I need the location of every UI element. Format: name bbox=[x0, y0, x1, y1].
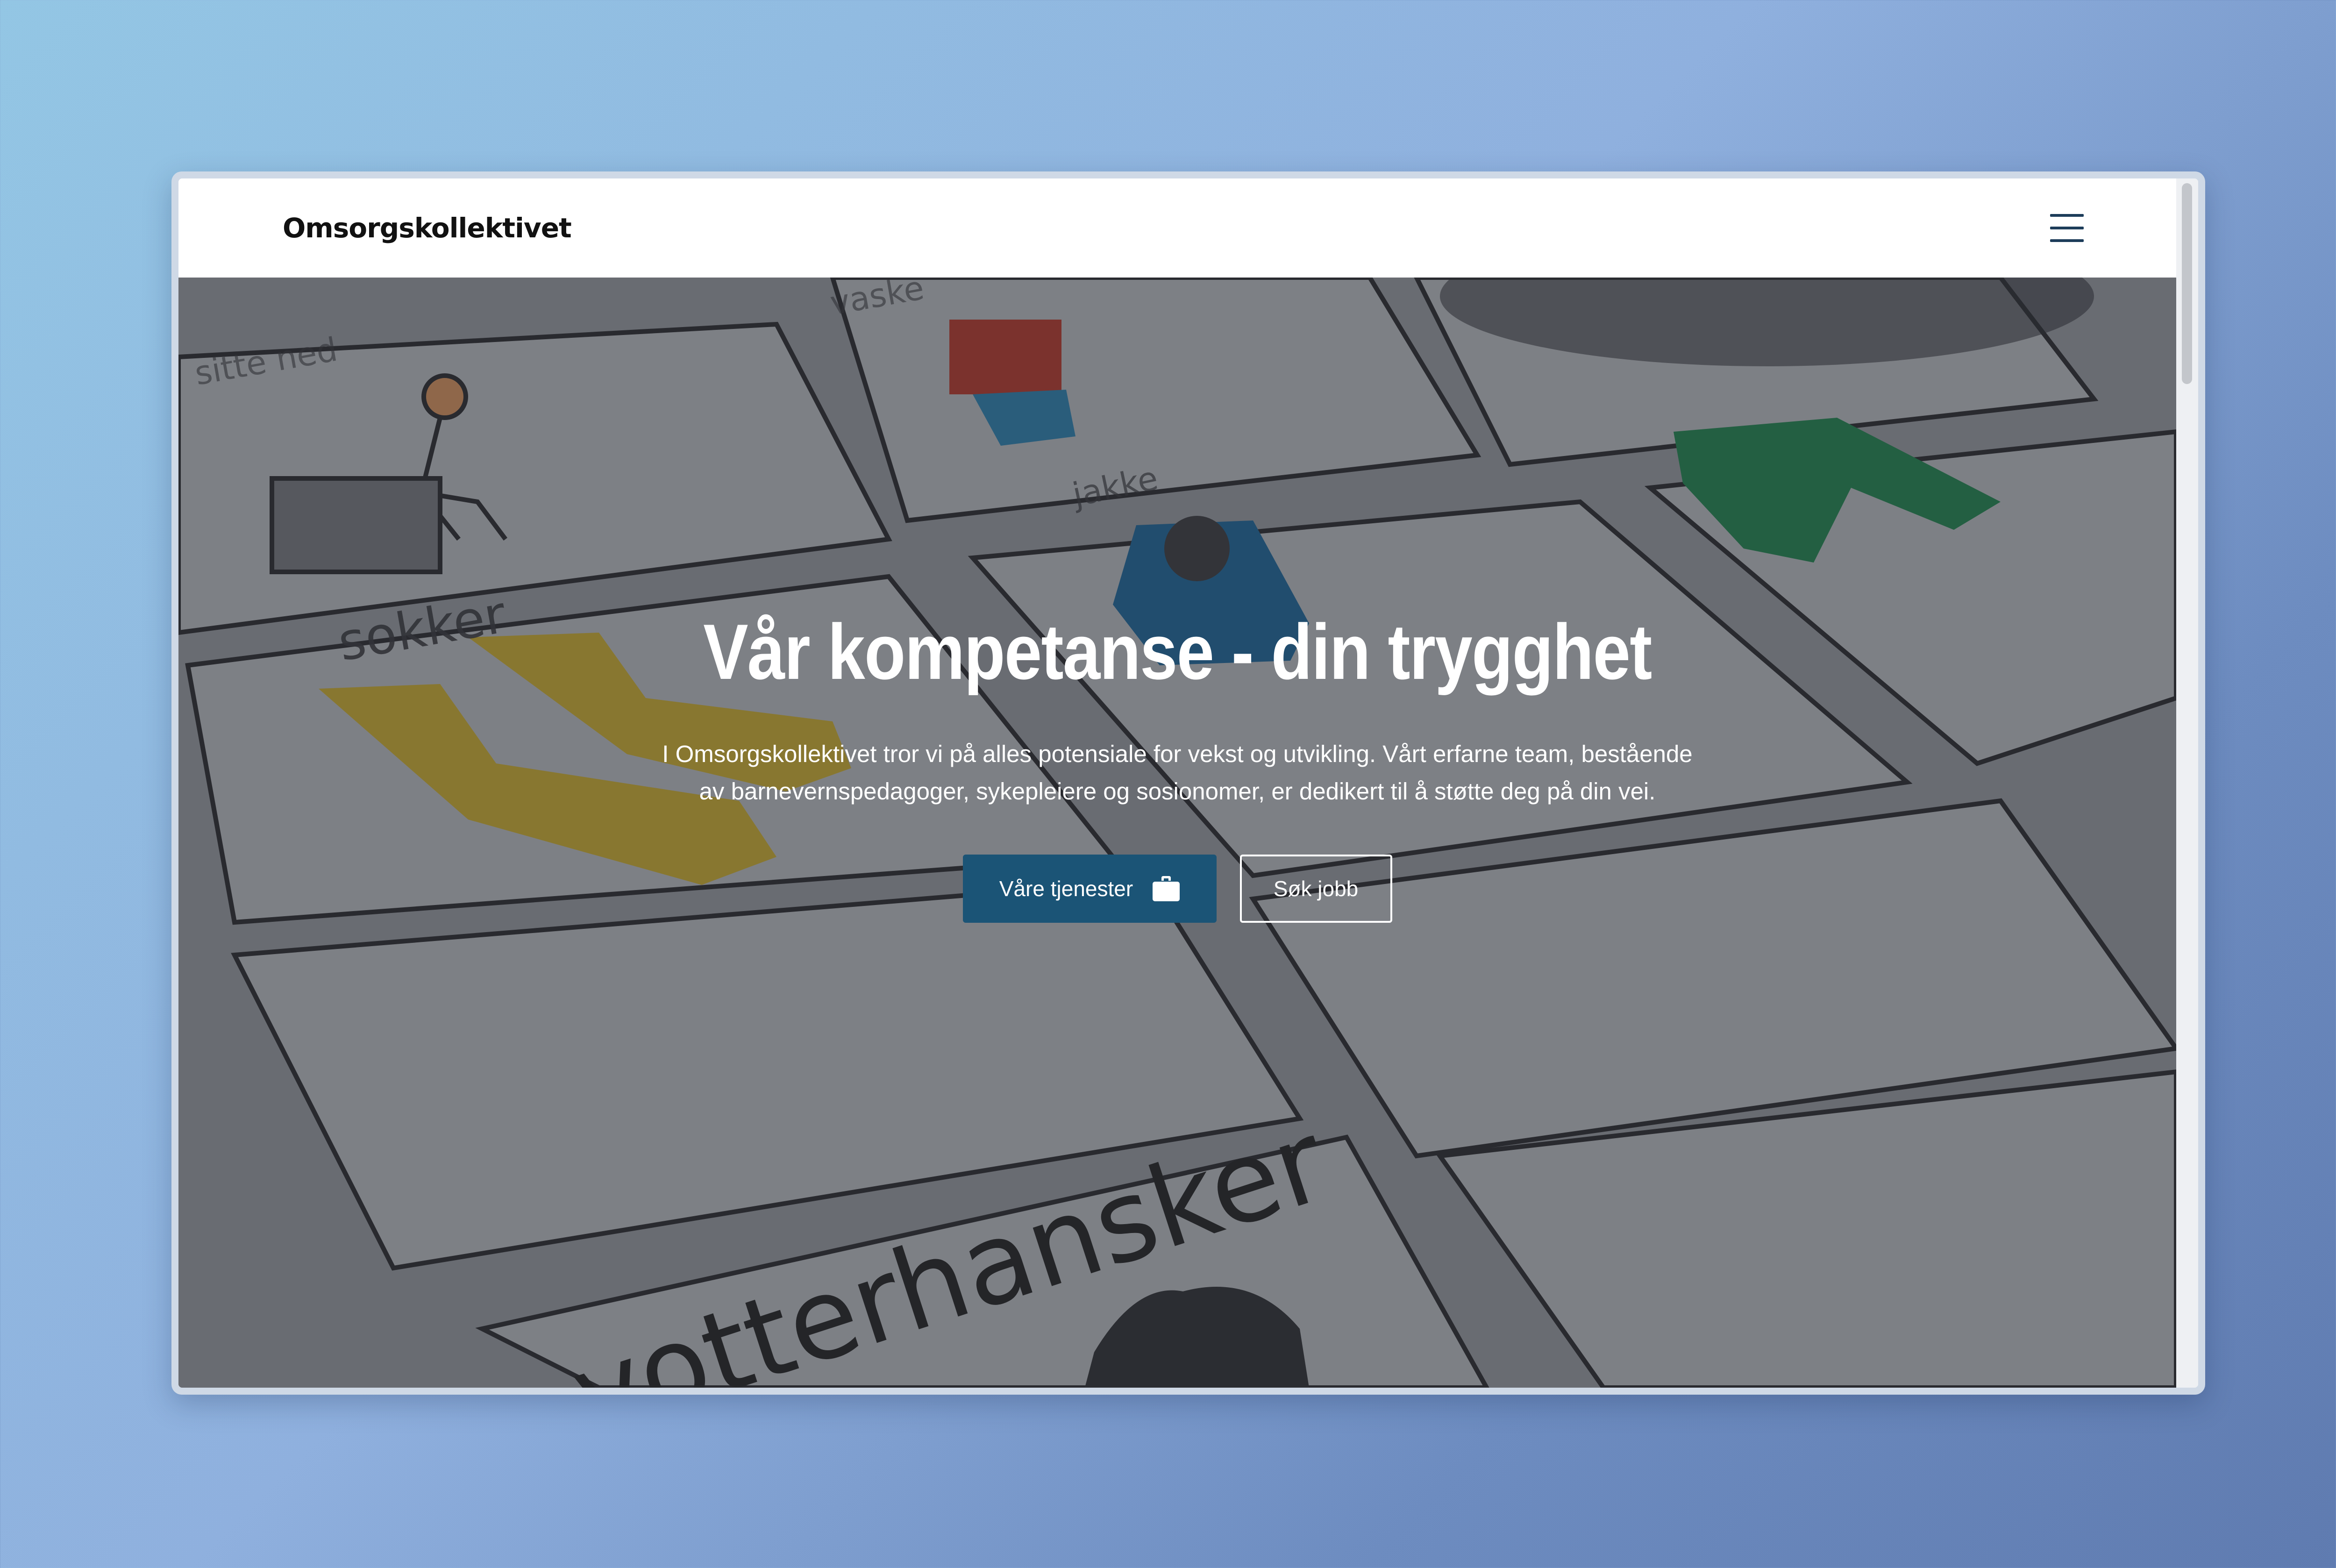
services-button[interactable]: Våre tjenester bbox=[962, 855, 1217, 923]
menu-line bbox=[2050, 214, 2084, 217]
hero-content: Vår kompetanse - din trygghet I Omsorgsk… bbox=[178, 278, 2176, 1388]
hero-title: Vår kompetanse - din trygghet bbox=[703, 608, 1652, 696]
apply-job-button[interactable]: Søk jobb bbox=[1239, 855, 1392, 923]
services-button-label: Våre tjenester bbox=[999, 877, 1133, 901]
briefcase-icon bbox=[1153, 876, 1180, 901]
page-viewport: Omsorgskollektivet sokker jakke sitte ne… bbox=[178, 178, 2198, 1388]
apply-job-button-label: Søk jobb bbox=[1273, 877, 1359, 901]
scrollbar[interactable] bbox=[2176, 178, 2198, 1388]
brand-logo[interactable]: Omsorgskollektivet bbox=[283, 212, 572, 244]
hero-description: I Omsorgskollektivet tror vi på alles po… bbox=[662, 741, 1693, 805]
navbar: Omsorgskollektivet bbox=[178, 178, 2176, 278]
menu-line bbox=[2050, 227, 2084, 229]
hamburger-menu-icon[interactable] bbox=[2050, 214, 2084, 242]
hero-button-row: Våre tjenester Søk jobb bbox=[962, 855, 1392, 923]
scrollbar-thumb[interactable] bbox=[2182, 183, 2192, 384]
browser-window: Omsorgskollektivet sokker jakke sitte ne… bbox=[171, 171, 2205, 1395]
hero-section: sokker jakke sitte ned vaske votterhansk… bbox=[178, 278, 2176, 1388]
menu-line bbox=[2050, 239, 2084, 242]
